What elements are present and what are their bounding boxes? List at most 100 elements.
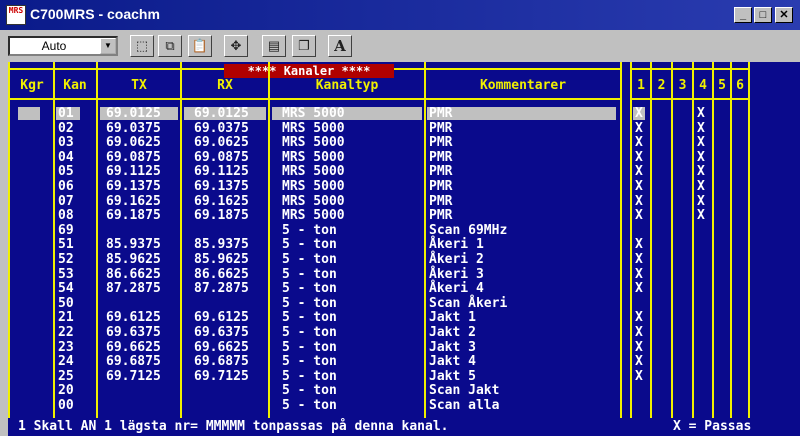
- cell-kommentar[interactable]: Jakt 3: [429, 340, 476, 355]
- cell-col-1[interactable]: X: [635, 194, 643, 209]
- cell-kan[interactable]: 22: [58, 325, 74, 340]
- cell-kan[interactable]: 01: [58, 106, 74, 121]
- cell-col-4[interactable]: X: [697, 164, 705, 179]
- cell-kanaltyp[interactable]: MRS 5000: [282, 135, 345, 150]
- table-row[interactable]: 51 85.9375 85.9375 5 - ton Åkeri 1 X: [8, 237, 800, 252]
- cell-kanaltyp[interactable]: 5 - ton: [282, 223, 337, 238]
- table-row[interactable]: 01 69.0125 69.0125 MRS 5000 PMR X X: [8, 106, 800, 121]
- title-bar[interactable]: MRS C700MRS - coachm _ □ ✕: [0, 0, 800, 30]
- cell-rx[interactable]: 69.6875: [194, 354, 249, 369]
- cell-col-1[interactable]: X: [635, 325, 643, 340]
- cell-col-1[interactable]: X: [635, 164, 643, 179]
- cell-col-1[interactable]: X: [635, 281, 643, 296]
- close-button[interactable]: ✕: [775, 7, 793, 23]
- cell-rx[interactable]: 69.6625: [194, 340, 249, 355]
- cell-rx[interactable]: 69.6125: [194, 310, 249, 325]
- minimize-button[interactable]: _: [734, 7, 752, 23]
- cell-kanaltyp[interactable]: MRS 5000: [282, 150, 345, 165]
- cell-kan[interactable]: 21: [58, 310, 74, 325]
- properties-icon[interactable]: ▤: [262, 35, 286, 57]
- cell-kan[interactable]: 02: [58, 121, 74, 136]
- cell-kommentar[interactable]: Jakt 1: [429, 310, 476, 325]
- cell-col-1[interactable]: X: [635, 369, 643, 384]
- cell-kan[interactable]: 08: [58, 208, 74, 223]
- cell-col-4[interactable]: X: [697, 135, 705, 150]
- cell-tx[interactable]: 69.6625: [106, 340, 161, 355]
- cell-kan[interactable]: 53: [58, 267, 74, 282]
- cell-kommentar[interactable]: PMR: [429, 194, 452, 209]
- cell-tx[interactable]: 69.6125: [106, 310, 161, 325]
- cell-kommentar[interactable]: PMR: [429, 150, 452, 165]
- cell-col-1[interactable]: X: [635, 354, 643, 369]
- table-row[interactable]: 03 69.0625 69.0625 MRS 5000 PMR X X: [8, 135, 800, 150]
- cell-kommentar[interactable]: PMR: [429, 121, 452, 136]
- cell-rx[interactable]: 86.6625: [194, 267, 249, 282]
- cell-col-4[interactable]: X: [697, 208, 705, 223]
- cell-tx[interactable]: 69.0875: [106, 150, 161, 165]
- table-row[interactable]: 08 69.1875 69.1875 MRS 5000 PMR X X: [8, 208, 800, 223]
- paste-icon[interactable]: 📋: [188, 35, 212, 57]
- cell-kanaltyp[interactable]: 5 - ton: [282, 398, 337, 413]
- table-row[interactable]: 53 86.6625 86.6625 5 - ton Åkeri 3 X: [8, 267, 800, 282]
- table-row[interactable]: 50 5 - ton Scan Åkeri: [8, 296, 800, 311]
- cell-kommentar[interactable]: Åkeri 4: [429, 281, 484, 296]
- cell-kommentar[interactable]: PMR: [429, 179, 452, 194]
- select-icon[interactable]: ⬚: [130, 35, 154, 57]
- cell-kan[interactable]: 07: [58, 194, 74, 209]
- cell-kanaltyp[interactable]: 5 - ton: [282, 340, 337, 355]
- cell-kanaltyp[interactable]: MRS 5000: [282, 106, 345, 121]
- font-icon[interactable]: A: [328, 35, 352, 57]
- cell-col-1[interactable]: X: [635, 135, 643, 150]
- background-icon[interactable]: ❐: [292, 35, 316, 57]
- cell-col-1[interactable]: X: [635, 237, 643, 252]
- cell-tx[interactable]: 69.6875: [106, 354, 161, 369]
- cell-tx[interactable]: 85.9375: [106, 237, 161, 252]
- table-row[interactable]: 69 5 - ton Scan 69MHz: [8, 223, 800, 238]
- cell-kanaltyp[interactable]: 5 - ton: [282, 369, 337, 384]
- table-row[interactable]: 24 69.6875 69.6875 5 - ton Jakt 4 X: [8, 354, 800, 369]
- cell-tx[interactable]: 69.6375: [106, 325, 161, 340]
- cell-tx[interactable]: 85.9625: [106, 252, 161, 267]
- cell-col-1[interactable]: X: [635, 267, 643, 282]
- cell-kommentar[interactable]: Åkeri 2: [429, 252, 484, 267]
- cell-tx[interactable]: 69.1125: [106, 164, 161, 179]
- copy-icon[interactable]: ⧉: [158, 35, 182, 57]
- cell-tx[interactable]: 69.7125: [106, 369, 161, 384]
- cell-rx[interactable]: 69.0125: [194, 106, 249, 121]
- cell-kan[interactable]: 06: [58, 179, 74, 194]
- cell-kanaltyp[interactable]: 5 - ton: [282, 296, 337, 311]
- cell-rx[interactable]: 85.9375: [194, 237, 249, 252]
- cell-kommentar[interactable]: Scan 69MHz: [429, 223, 507, 238]
- table-row[interactable]: 54 87.2875 87.2875 5 - ton Åkeri 4 X: [8, 281, 800, 296]
- cell-tx[interactable]: 69.1625: [106, 194, 161, 209]
- table-row[interactable]: 00 5 - ton Scan alla: [8, 398, 800, 413]
- cell-tx[interactable]: 69.0375: [106, 121, 161, 136]
- cell-col-1[interactable]: X: [635, 121, 643, 136]
- cell-kanaltyp[interactable]: 5 - ton: [282, 281, 337, 296]
- cell-kanaltyp[interactable]: MRS 5000: [282, 121, 345, 136]
- cell-kan[interactable]: 25: [58, 369, 74, 384]
- cell-kommentar[interactable]: Åkeri 1: [429, 237, 484, 252]
- table-row[interactable]: 07 69.1625 69.1625 MRS 5000 PMR X X: [8, 194, 800, 209]
- cell-tx[interactable]: 69.0625: [106, 135, 161, 150]
- table-row[interactable]: 25 69.7125 69.7125 5 - ton Jakt 5 X: [8, 369, 800, 384]
- cell-kanaltyp[interactable]: MRS 5000: [282, 194, 345, 209]
- cell-col-1[interactable]: X: [635, 252, 643, 267]
- cell-kan[interactable]: 24: [58, 354, 74, 369]
- cell-kan[interactable]: 20: [58, 383, 74, 398]
- font-size-select[interactable]: Auto ▼: [8, 36, 118, 56]
- table-row[interactable]: 21 69.6125 69.6125 5 - ton Jakt 1 X: [8, 310, 800, 325]
- cell-kanaltyp[interactable]: 5 - ton: [282, 354, 337, 369]
- cell-kommentar[interactable]: Scan Jakt: [429, 383, 499, 398]
- cell-kommentar[interactable]: Jakt 5: [429, 369, 476, 384]
- cell-kanaltyp[interactable]: MRS 5000: [282, 208, 345, 223]
- cell-rx[interactable]: 69.1375: [194, 179, 249, 194]
- cell-col-4[interactable]: X: [697, 150, 705, 165]
- cell-kommentar[interactable]: PMR: [429, 164, 452, 179]
- cell-rx[interactable]: 69.1125: [194, 164, 249, 179]
- cell-tx[interactable]: 69.0125: [106, 106, 161, 121]
- cell-kommentar[interactable]: PMR: [429, 208, 452, 223]
- cell-kan[interactable]: 51: [58, 237, 74, 252]
- table-row[interactable]: 02 69.0375 69.0375 MRS 5000 PMR X X: [8, 121, 800, 136]
- cell-kommentar[interactable]: Scan Åkeri: [429, 296, 507, 311]
